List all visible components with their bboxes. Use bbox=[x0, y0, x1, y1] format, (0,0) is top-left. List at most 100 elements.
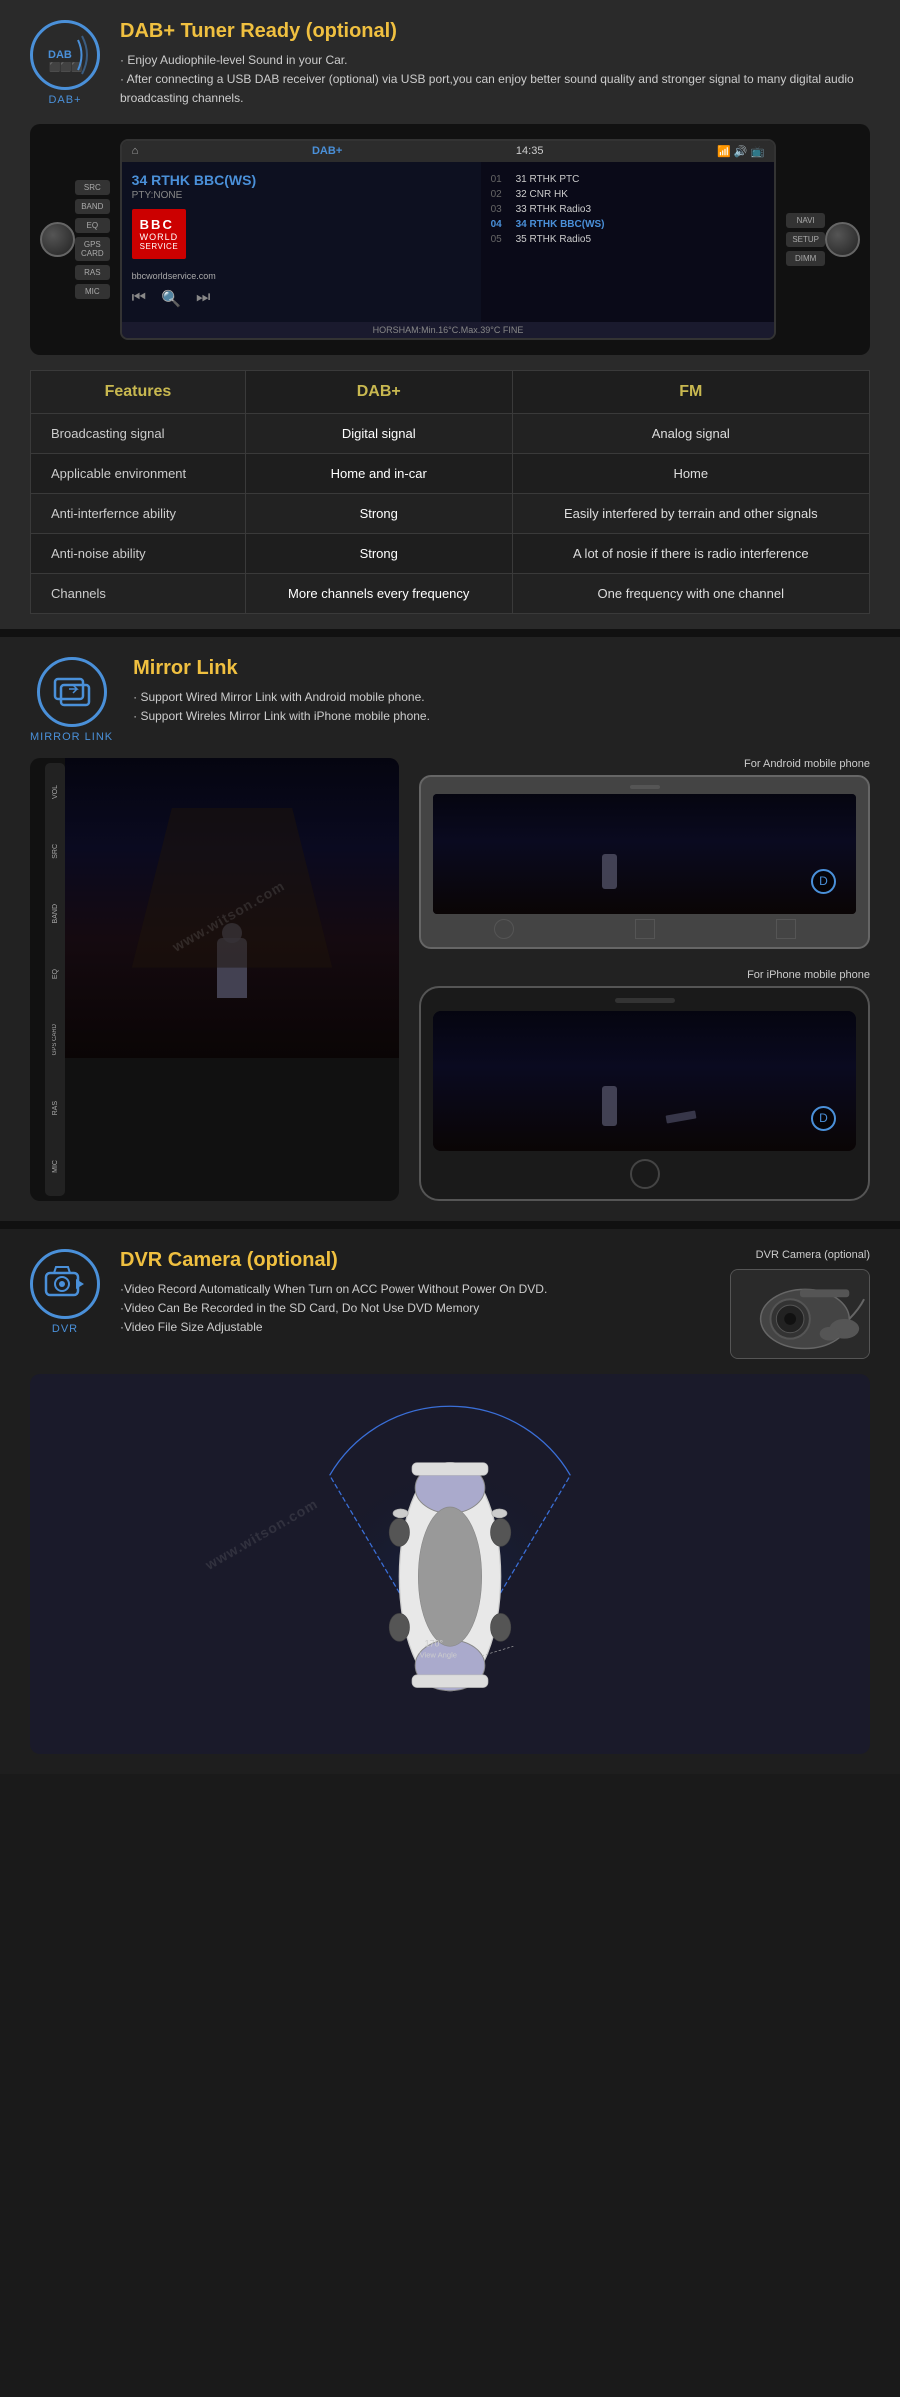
dab-value: More channels every frequency bbox=[245, 573, 512, 613]
mic-btn[interactable]: MIC bbox=[75, 284, 110, 299]
mirror-desc2: · Support Wireles Mirror Link with iPhon… bbox=[133, 707, 430, 726]
mirror-content: VOL SRC BAND EQ GPS CARD RAS MIC www.wit… bbox=[30, 758, 870, 1201]
dab-controls: ⏮ 🔍 ⏭ bbox=[132, 289, 471, 309]
mirror-section: MIRROR LINK Mirror Link · Support Wired … bbox=[0, 637, 900, 1221]
dab-icon: DAB ⬛⬛⬛ bbox=[40, 30, 90, 80]
dab-value: Strong bbox=[245, 493, 512, 533]
dimm-btn[interactable]: DIMM bbox=[786, 251, 825, 266]
iphone-home-button[interactable] bbox=[630, 1159, 660, 1189]
dab-status: HORSHAM:Min.16°C.Max.39°C FINE bbox=[122, 322, 775, 338]
table-row: Channels More channels every frequency O… bbox=[31, 573, 870, 613]
dab-value: Strong bbox=[245, 533, 512, 573]
dab-left-panel: 34 RTHK BBC(WS) PTY:NONE BBC WORLD SERVI… bbox=[122, 162, 481, 322]
dvr-icon-wrap: DVR bbox=[30, 1249, 100, 1335]
weapon-iphone bbox=[665, 1110, 696, 1123]
mirror-icon-circle bbox=[37, 657, 107, 727]
dab-label: DAB+ bbox=[48, 94, 81, 106]
home-icon[interactable]: ⌂ bbox=[132, 145, 139, 157]
feature-label: Anti-interfernce ability bbox=[31, 493, 246, 533]
left-side-buttons: SRC BAND EQ GPSCARD RAS MIC bbox=[75, 180, 110, 299]
channel-item-4[interactable]: 0434 RTHK BBC(WS) bbox=[491, 217, 765, 232]
dab-desc1: · Enjoy Audiophile-level Sound in your C… bbox=[120, 51, 870, 70]
svg-text:⬛⬛⬛: ⬛⬛⬛ bbox=[49, 61, 83, 72]
gps-btn[interactable]: GPSCARD bbox=[75, 237, 110, 261]
dvr-desc1: ·Video Record Automatically When Turn on… bbox=[120, 1280, 547, 1299]
iphone-wrap: For iPhone mobile phone D bbox=[419, 969, 870, 1201]
feature-label: Applicable environment bbox=[31, 453, 246, 493]
dvr-camera-image bbox=[730, 1269, 870, 1359]
setup-btn[interactable]: SETUP bbox=[786, 232, 825, 247]
dab-header: DAB ⬛⬛⬛ DAB+ DAB+ Tuner Ready (optional)… bbox=[30, 20, 870, 109]
dab-channel-list: 0131 RTHK PTC 0232 CNR HK 0333 RTHK Radi… bbox=[491, 172, 765, 247]
vol-knob[interactable] bbox=[40, 222, 75, 257]
svg-text:View Angle: View Angle bbox=[420, 1650, 457, 1659]
dab-title: DAB+ Tuner Ready (optional) bbox=[120, 20, 870, 43]
car-left-panel: VOL SRC BAND EQ GPS CARD RAS MIC bbox=[45, 763, 65, 1196]
dab-desc2: · After connecting a USB DAB receiver (o… bbox=[120, 70, 870, 108]
ras-btn[interactable]: RAS bbox=[75, 265, 110, 280]
channel-item-5[interactable]: 0535 RTHK Radio5 bbox=[491, 232, 765, 247]
search-icon[interactable]: 🔍 bbox=[161, 289, 181, 309]
feature-label: Anti-noise ability bbox=[31, 533, 246, 573]
channel-item-3[interactable]: 0333 RTHK Radio3 bbox=[491, 202, 765, 217]
game-bg bbox=[65, 758, 399, 1058]
android-btn-3[interactable] bbox=[776, 919, 796, 939]
fm-value: Home bbox=[512, 453, 869, 493]
channel-item-2[interactable]: 0232 CNR HK bbox=[491, 187, 765, 202]
dvr-camera-label: DVR Camera (optional) bbox=[730, 1249, 870, 1261]
android-btn-1[interactable] bbox=[494, 919, 514, 939]
eq-btn[interactable]: EQ bbox=[75, 218, 110, 233]
dvr-icon-circle bbox=[30, 1249, 100, 1319]
android-phone: D bbox=[419, 775, 870, 949]
status-icons: 📶 🔊 📺 bbox=[717, 145, 764, 158]
comparison-table: Features DAB+ FM Broadcasting signal Dig… bbox=[30, 370, 870, 614]
band-btn[interactable]: BAND bbox=[75, 199, 110, 214]
dvr-camera-right: DVR Camera (optional) bbox=[730, 1249, 870, 1359]
svg-text:DAB: DAB bbox=[48, 49, 72, 61]
mirror-header: MIRROR LINK Mirror Link · Support Wired … bbox=[30, 657, 870, 743]
iphone-screen: D bbox=[433, 1011, 856, 1151]
dab-screen: ⌂ DAB+ 14:35 📶 🔊 📺 34 RTHK BBC(WS) PTY:N… bbox=[120, 139, 777, 340]
bbc-url: bbcworldservice.com bbox=[132, 271, 471, 281]
d-button-iphone: D bbox=[811, 1106, 836, 1131]
divider-2 bbox=[0, 1221, 900, 1229]
table-row: Anti-noise ability Strong A lot of nosie… bbox=[31, 533, 870, 573]
android-speaker bbox=[630, 785, 660, 789]
android-label: For Android mobile phone bbox=[419, 758, 870, 770]
vol-label: VOL bbox=[52, 785, 59, 799]
src-btn[interactable]: SRC bbox=[75, 180, 110, 195]
corridor bbox=[132, 808, 332, 968]
dab-time: 14:35 bbox=[516, 145, 544, 157]
navi-btn[interactable]: NAVI bbox=[786, 213, 825, 228]
figure-android bbox=[602, 854, 617, 889]
channel-item-1[interactable]: 0131 RTHK PTC bbox=[491, 172, 765, 187]
android-btn-2[interactable] bbox=[635, 919, 655, 939]
svg-text:170°: 170° bbox=[425, 1638, 444, 1648]
iphone-label: For iPhone mobile phone bbox=[419, 969, 870, 981]
dab-pty: PTY:NONE bbox=[132, 190, 471, 201]
dvr-desc2: ·Video Can Be Recorded in the SD Card, D… bbox=[120, 1299, 547, 1318]
band-label: BAND bbox=[52, 904, 59, 923]
mirror-car-screen: VOL SRC BAND EQ GPS CARD RAS MIC www.wit… bbox=[30, 758, 399, 1201]
dab-description: DAB+ Tuner Ready (optional) · Enjoy Audi… bbox=[120, 20, 870, 109]
dab-icon-wrap: DAB ⬛⬛⬛ DAB+ bbox=[30, 20, 100, 106]
table-header-fm: FM bbox=[512, 370, 869, 413]
dvr-header: DVR DVR Camera (optional) ·Video Record … bbox=[30, 1249, 870, 1359]
iphone-screen-content: D bbox=[433, 1011, 856, 1151]
phones-area: For Android mobile phone D bbox=[419, 758, 870, 1201]
mirror-description: Mirror Link · Support Wired Mirror Link … bbox=[133, 657, 430, 726]
next-track-icon[interactable]: ⏭ bbox=[196, 289, 210, 309]
mic-label: MIC bbox=[52, 1160, 59, 1173]
table-row: Anti-interfernce ability Strong Easily i… bbox=[31, 493, 870, 533]
table-row: Broadcasting signal Digital signal Analo… bbox=[31, 413, 870, 453]
dab-icon-circle: DAB ⬛⬛⬛ bbox=[30, 20, 100, 90]
android-nav-buttons bbox=[433, 919, 856, 939]
divider-1 bbox=[0, 629, 900, 637]
dab-section: DAB ⬛⬛⬛ DAB+ DAB+ Tuner Ready (optional)… bbox=[0, 0, 900, 629]
dvr-title-area: DVR DVR Camera (optional) ·Video Record … bbox=[30, 1249, 547, 1338]
dab-screen-topbar: ⌂ DAB+ 14:35 📶 🔊 📺 bbox=[122, 141, 775, 162]
prev-track-icon[interactable]: ⏮ bbox=[132, 289, 146, 309]
tun-knob[interactable] bbox=[825, 222, 860, 257]
bbc-logo: BBC WORLD SERVICE bbox=[132, 209, 187, 259]
android-screen-content: D bbox=[433, 794, 856, 914]
